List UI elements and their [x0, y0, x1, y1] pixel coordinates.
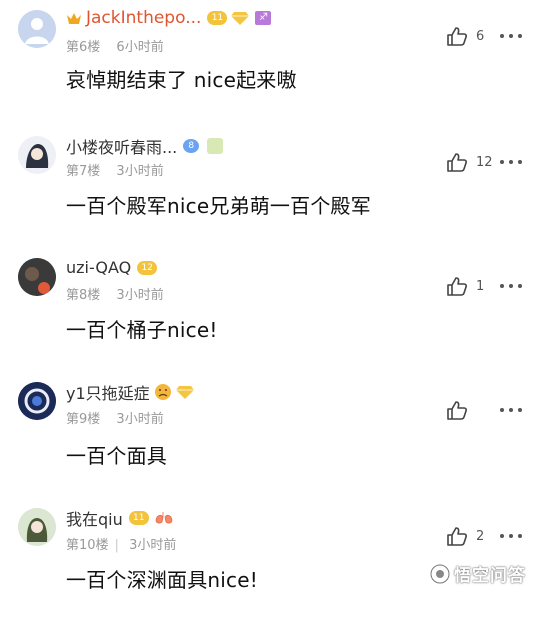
username[interactable]: 我在qiu	[66, 506, 123, 530]
comment-floor-10: 我在qiu 11 第10楼 | 3小时前 一百个深渊面具nice! 2	[0, 496, 534, 620]
timestamp: 3小时前	[116, 412, 164, 427]
constellation-icon: ♐	[255, 11, 272, 25]
comment-meta: 第7楼 3小时前	[66, 160, 164, 179]
comment-text: 一百个桶子nice!	[66, 318, 218, 342]
timestamp: 3小时前	[116, 288, 164, 303]
level-badge: 12	[137, 260, 158, 275]
floor-number: 第10楼	[66, 538, 109, 553]
username-row: 我在qiu 11	[66, 506, 173, 530]
avatar[interactable]	[18, 508, 56, 546]
thumbs-up-icon	[447, 277, 467, 296]
comment-text: 一百个殿军nice兄弟萌一百个殿军	[66, 194, 371, 218]
timestamp: 3小时前	[116, 164, 164, 179]
comment-meta: 第9楼 3小时前	[66, 408, 164, 427]
like-button[interactable]	[446, 400, 476, 420]
diamond-icon	[175, 386, 194, 399]
level-badge: 11	[128, 511, 149, 525]
level-badge: 11	[207, 11, 228, 25]
timestamp: 3小时前	[129, 538, 177, 553]
watermark: 悟空问答	[430, 561, 526, 586]
diamond-icon	[231, 12, 250, 25]
like-count: 12	[476, 154, 493, 170]
username[interactable]: uzi-QAQ	[66, 258, 131, 277]
avatar[interactable]	[18, 382, 56, 420]
avatar[interactable]	[18, 136, 56, 174]
like-button[interactable]: 2	[446, 526, 484, 546]
more-options-button[interactable]	[500, 26, 522, 46]
lungs-icon	[155, 512, 173, 524]
comment-floor-6: JackInthepo... 11 ♐ 第6楼 6小时前 哀悼期结束了 nice…	[0, 0, 534, 124]
like-button[interactable]: 1	[446, 276, 484, 296]
username[interactable]: y1只拖延症	[66, 380, 150, 404]
thumbs-up-icon	[447, 527, 467, 546]
floor-number: 第7楼	[66, 164, 101, 179]
like-button[interactable]: 12	[446, 152, 493, 172]
comment-text: 一百个深渊面具nice!	[66, 568, 258, 592]
floor-number: 第8楼	[66, 288, 101, 303]
more-options-button[interactable]	[500, 526, 522, 546]
comment-floor-7: 小楼夜听春雨... 8 第7楼 3小时前 一百个殿军nice兄弟萌一百个殿军 1…	[0, 124, 534, 248]
level-badge: 8	[183, 139, 200, 153]
avatar[interactable]	[18, 10, 56, 48]
username[interactable]: 小楼夜听春雨...	[66, 134, 177, 158]
more-options-button[interactable]	[500, 276, 522, 296]
floor-number: 第6楼	[66, 40, 101, 55]
username-row: uzi-QAQ 12	[66, 258, 158, 277]
more-options-button[interactable]	[500, 152, 522, 172]
more-options-button[interactable]	[500, 400, 522, 420]
username[interactable]: JackInthepo...	[86, 8, 201, 28]
like-count: 6	[476, 28, 485, 44]
comment-meta: 第10楼 | 3小时前	[66, 534, 176, 553]
thumbs-up-icon	[447, 153, 467, 172]
comment-floor-8: uzi-QAQ 12 第8楼 3小时前 一百个桶子nice! 1	[0, 248, 534, 372]
thumbs-up-icon	[447, 27, 467, 46]
like-button[interactable]: 6	[446, 26, 484, 46]
crown-icon	[67, 13, 81, 24]
like-count: 2	[476, 528, 485, 544]
emoji-icon	[154, 384, 171, 400]
like-count: 1	[476, 278, 485, 294]
comment-text: 哀悼期结束了 nice起来嗷	[66, 68, 297, 92]
comment-text: 一百个面具	[66, 444, 167, 468]
username-row: y1只拖延症	[66, 380, 194, 404]
username-row: 小楼夜听春雨... 8	[66, 134, 224, 158]
username-row: JackInthepo... 11 ♐	[66, 8, 272, 28]
avatar[interactable]	[18, 258, 56, 296]
thumbs-up-icon	[447, 401, 467, 420]
comment-floor-9: y1只拖延症 第9楼 3小时前 一百个面具	[0, 372, 534, 496]
comment-meta: 第6楼 6小时前	[66, 36, 164, 55]
meta-divider: |	[114, 538, 119, 553]
wukong-logo-icon	[430, 564, 450, 583]
watermark-text: 悟空问答	[454, 566, 526, 586]
timestamp: 6小时前	[116, 40, 164, 55]
comment-meta: 第8楼 3小时前	[66, 284, 164, 303]
medal-icon	[207, 138, 224, 154]
floor-number: 第9楼	[66, 412, 101, 427]
